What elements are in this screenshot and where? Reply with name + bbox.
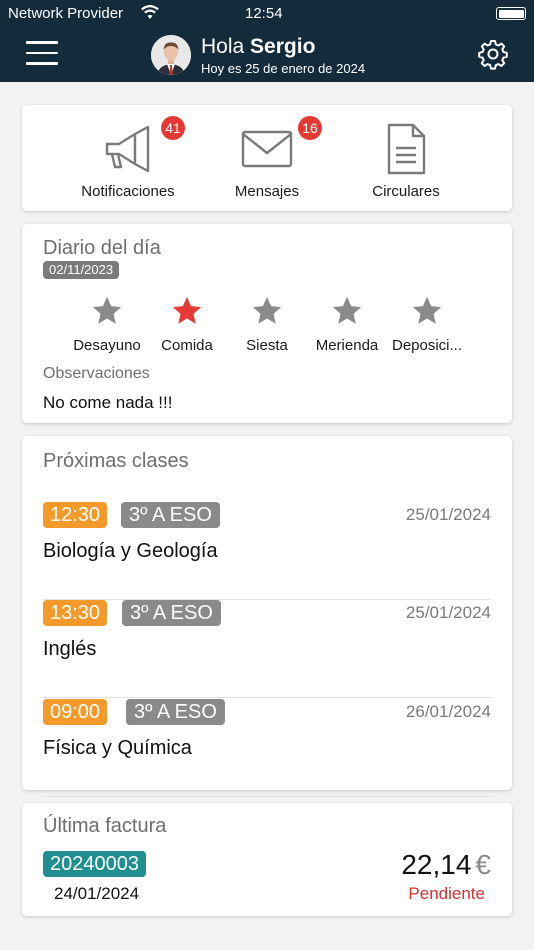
notifications-label: Notificaciones — [81, 183, 175, 200]
greeting-prefix: Hola — [201, 35, 245, 58]
star-icon — [332, 296, 362, 324]
class-date: 25/01/2024 — [405, 603, 491, 622]
envelope-icon — [241, 123, 293, 175]
gear-icon — [478, 40, 508, 70]
class-group: 3º A ESO — [122, 600, 221, 626]
invoice-date: 24/01/2024 — [54, 884, 140, 903]
messages-shortcut[interactable]: 16 Mensajes — [192, 105, 342, 211]
class-time: 09:00 — [43, 699, 108, 725]
hamburger-menu-button[interactable] — [26, 41, 58, 67]
clock: 12:54 — [245, 5, 283, 22]
star-icon — [252, 296, 282, 324]
last-invoice-card[interactable]: Última factura 20240003 24/01/2024 22,14… — [22, 803, 512, 916]
observations-text: No come nada !!! — [43, 393, 173, 412]
meal-label: Merienda — [315, 337, 379, 354]
document-icon — [380, 123, 432, 175]
messages-label: Mensajes — [234, 183, 300, 200]
class-time: 13:30 — [43, 600, 108, 626]
notifications-shortcut[interactable]: 41 Notificaciones — [53, 105, 203, 211]
class-item[interactable]: 13:30 3º A ESO 25/01/2024 Inglés — [43, 600, 491, 698]
class-item[interactable]: 12:30 3º A ESO 25/01/2024 Biología y Geo… — [43, 502, 491, 600]
diary-title: Diario del día — [43, 237, 161, 259]
circulars-shortcut[interactable]: Circulares — [331, 105, 481, 211]
meal-breakfast[interactable]: Desayuno — [62, 294, 152, 354]
megaphone-icon — [102, 123, 154, 175]
greeting-title: Hola Sergio — [201, 35, 365, 59]
class-group: 3º A ESO — [126, 699, 225, 725]
menu-line — [26, 41, 58, 44]
meal-label: Desayuno — [73, 337, 141, 354]
class-subject: Inglés — [43, 638, 97, 660]
invoice-title: Última factura — [43, 815, 167, 837]
messages-badge: 16 — [298, 116, 322, 140]
invoice-amount-value: 22,14 — [401, 849, 472, 880]
meal-deposition[interactable]: Deposici... — [382, 294, 472, 354]
meal-lunch[interactable]: Comida — [142, 294, 232, 354]
avatar[interactable] — [151, 35, 191, 75]
meal-nap[interactable]: Siesta — [222, 294, 312, 354]
shortcuts-card: 41 Notificaciones 16 Mensajes Circulares — [22, 105, 512, 211]
settings-button[interactable] — [477, 38, 509, 70]
invoice-status: Pendiente — [408, 884, 485, 903]
invoice-amount: 22,14 € — [401, 849, 491, 881]
currency-symbol: € — [475, 849, 491, 880]
observations-label: Observaciones — [43, 365, 150, 382]
class-item[interactable]: 09:00 3º A ESO 26/01/2024 Física y Quími… — [43, 699, 491, 797]
star-icon — [412, 296, 442, 324]
meal-snack[interactable]: Merienda — [302, 294, 392, 354]
class-group: 3º A ESO — [121, 502, 220, 528]
battery-icon — [496, 7, 526, 20]
meal-label: Comida — [161, 337, 213, 354]
invoice-number: 20240003 — [43, 851, 146, 877]
wifi-icon — [140, 3, 160, 25]
menu-line — [26, 51, 58, 54]
date-subtitle: Hoy es 25 de enero de 2024 — [201, 61, 366, 76]
class-time: 12:30 — [43, 502, 108, 528]
class-subject: Física y Química — [43, 737, 192, 759]
class-date: 26/01/2024 — [405, 702, 491, 721]
user-photo-icon — [151, 35, 191, 75]
star-icon — [92, 296, 122, 324]
user-name: Sergio — [250, 35, 316, 58]
menu-line — [26, 62, 58, 65]
carrier-name: Network Provider — [8, 5, 124, 22]
circulars-label: Circulares — [372, 183, 440, 200]
app-header: Hola Sergio Hoy es 25 de enero de 2024 — [0, 26, 534, 82]
class-date: 25/01/2024 — [405, 505, 491, 524]
notifications-badge: 41 — [161, 116, 185, 140]
status-bar: Network Provider 12:54 — [0, 0, 534, 26]
diary-date: 02/11/2023 — [43, 261, 120, 279]
classes-title: Próximas clases — [43, 450, 189, 472]
greeting: Hola Sergio Hoy es 25 de enero de 2024 — [201, 35, 365, 76]
meal-label: Siesta — [246, 337, 288, 354]
meal-label: Deposici... — [391, 337, 463, 354]
star-icon — [172, 296, 202, 324]
daily-diary-card: Diario del día 02/11/2023 Desayuno Comid… — [22, 224, 512, 423]
class-subject: Biología y Geología — [43, 540, 218, 562]
upcoming-classes-card: Próximas clases 12:30 3º A ESO 25/01/202… — [22, 436, 512, 797]
